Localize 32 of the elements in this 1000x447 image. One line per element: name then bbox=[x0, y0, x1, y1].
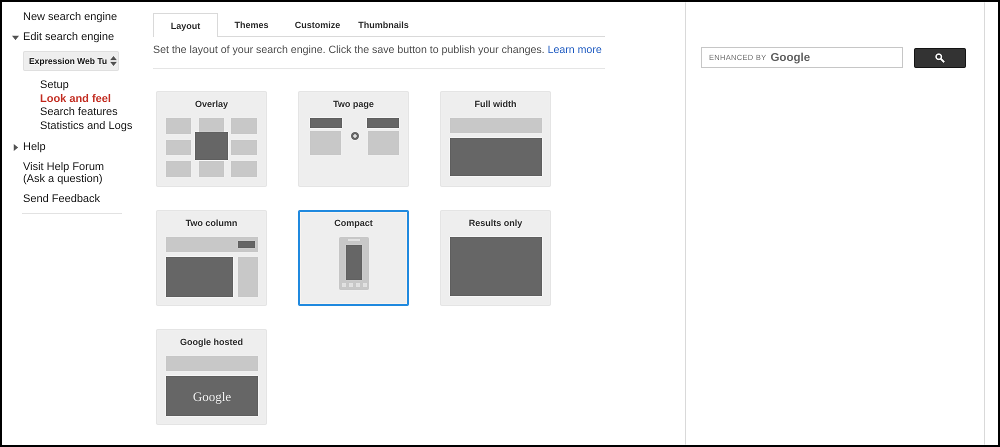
description-text: Set the layout of your search engine. Click the save button to publish your changes. Learn more bbox=[153, 44, 603, 56]
layout-title: Compact bbox=[334, 218, 373, 230]
sidebar-subitem[interactable]: Setup bbox=[40, 79, 132, 92]
sidebar-link[interactable]: New search engine bbox=[23, 11, 118, 23]
sidebar-link[interactable]: Edit search engine bbox=[23, 31, 114, 43]
layout-option[interactable]: Google hosted Google bbox=[156, 329, 267, 425]
layout-title: Two column bbox=[186, 218, 238, 230]
tab[interactable]: Themes bbox=[219, 13, 284, 36]
sidebar-subitem[interactable]: Search features bbox=[40, 106, 132, 120]
layout-option[interactable]: Two column bbox=[156, 210, 267, 306]
sidebar-link[interactable]: Help bbox=[23, 141, 46, 153]
layout-option[interactable]: Full width bbox=[440, 91, 551, 187]
layout-title: Results only bbox=[468, 218, 522, 230]
layout-title: Google hosted bbox=[180, 337, 243, 349]
layout-title: Full width bbox=[474, 99, 516, 111]
tab[interactable]: Thumbnails bbox=[351, 13, 416, 36]
layout-option[interactable]: Two page bbox=[298, 91, 409, 187]
layout-option[interactable]: Compact bbox=[298, 210, 409, 306]
logo-text: Google bbox=[192, 389, 231, 404]
sidebar-link[interactable]: Send Feedback bbox=[23, 193, 100, 205]
sidebar-link[interactable]: Visit Help Forum (Ask a question) bbox=[23, 161, 123, 185]
brand-text: Google bbox=[770, 52, 810, 64]
engine-select[interactable]: Expression Web Tu bbox=[23, 51, 119, 71]
layout-option[interactable]: Results only bbox=[440, 210, 551, 306]
layout-title: Overlay bbox=[194, 99, 228, 111]
layout-option[interactable]: Overlay bbox=[156, 91, 267, 187]
learn-more-link[interactable]: Learn more bbox=[548, 44, 602, 56]
layout-title: Two page bbox=[333, 99, 374, 111]
tab[interactable]: Layout bbox=[153, 13, 218, 37]
sidebar-subitem[interactable]: Statistics and Logs bbox=[40, 120, 132, 133]
sidebar-subitem[interactable]: Look and feel bbox=[40, 92, 132, 106]
tab[interactable]: Customize bbox=[285, 13, 350, 36]
